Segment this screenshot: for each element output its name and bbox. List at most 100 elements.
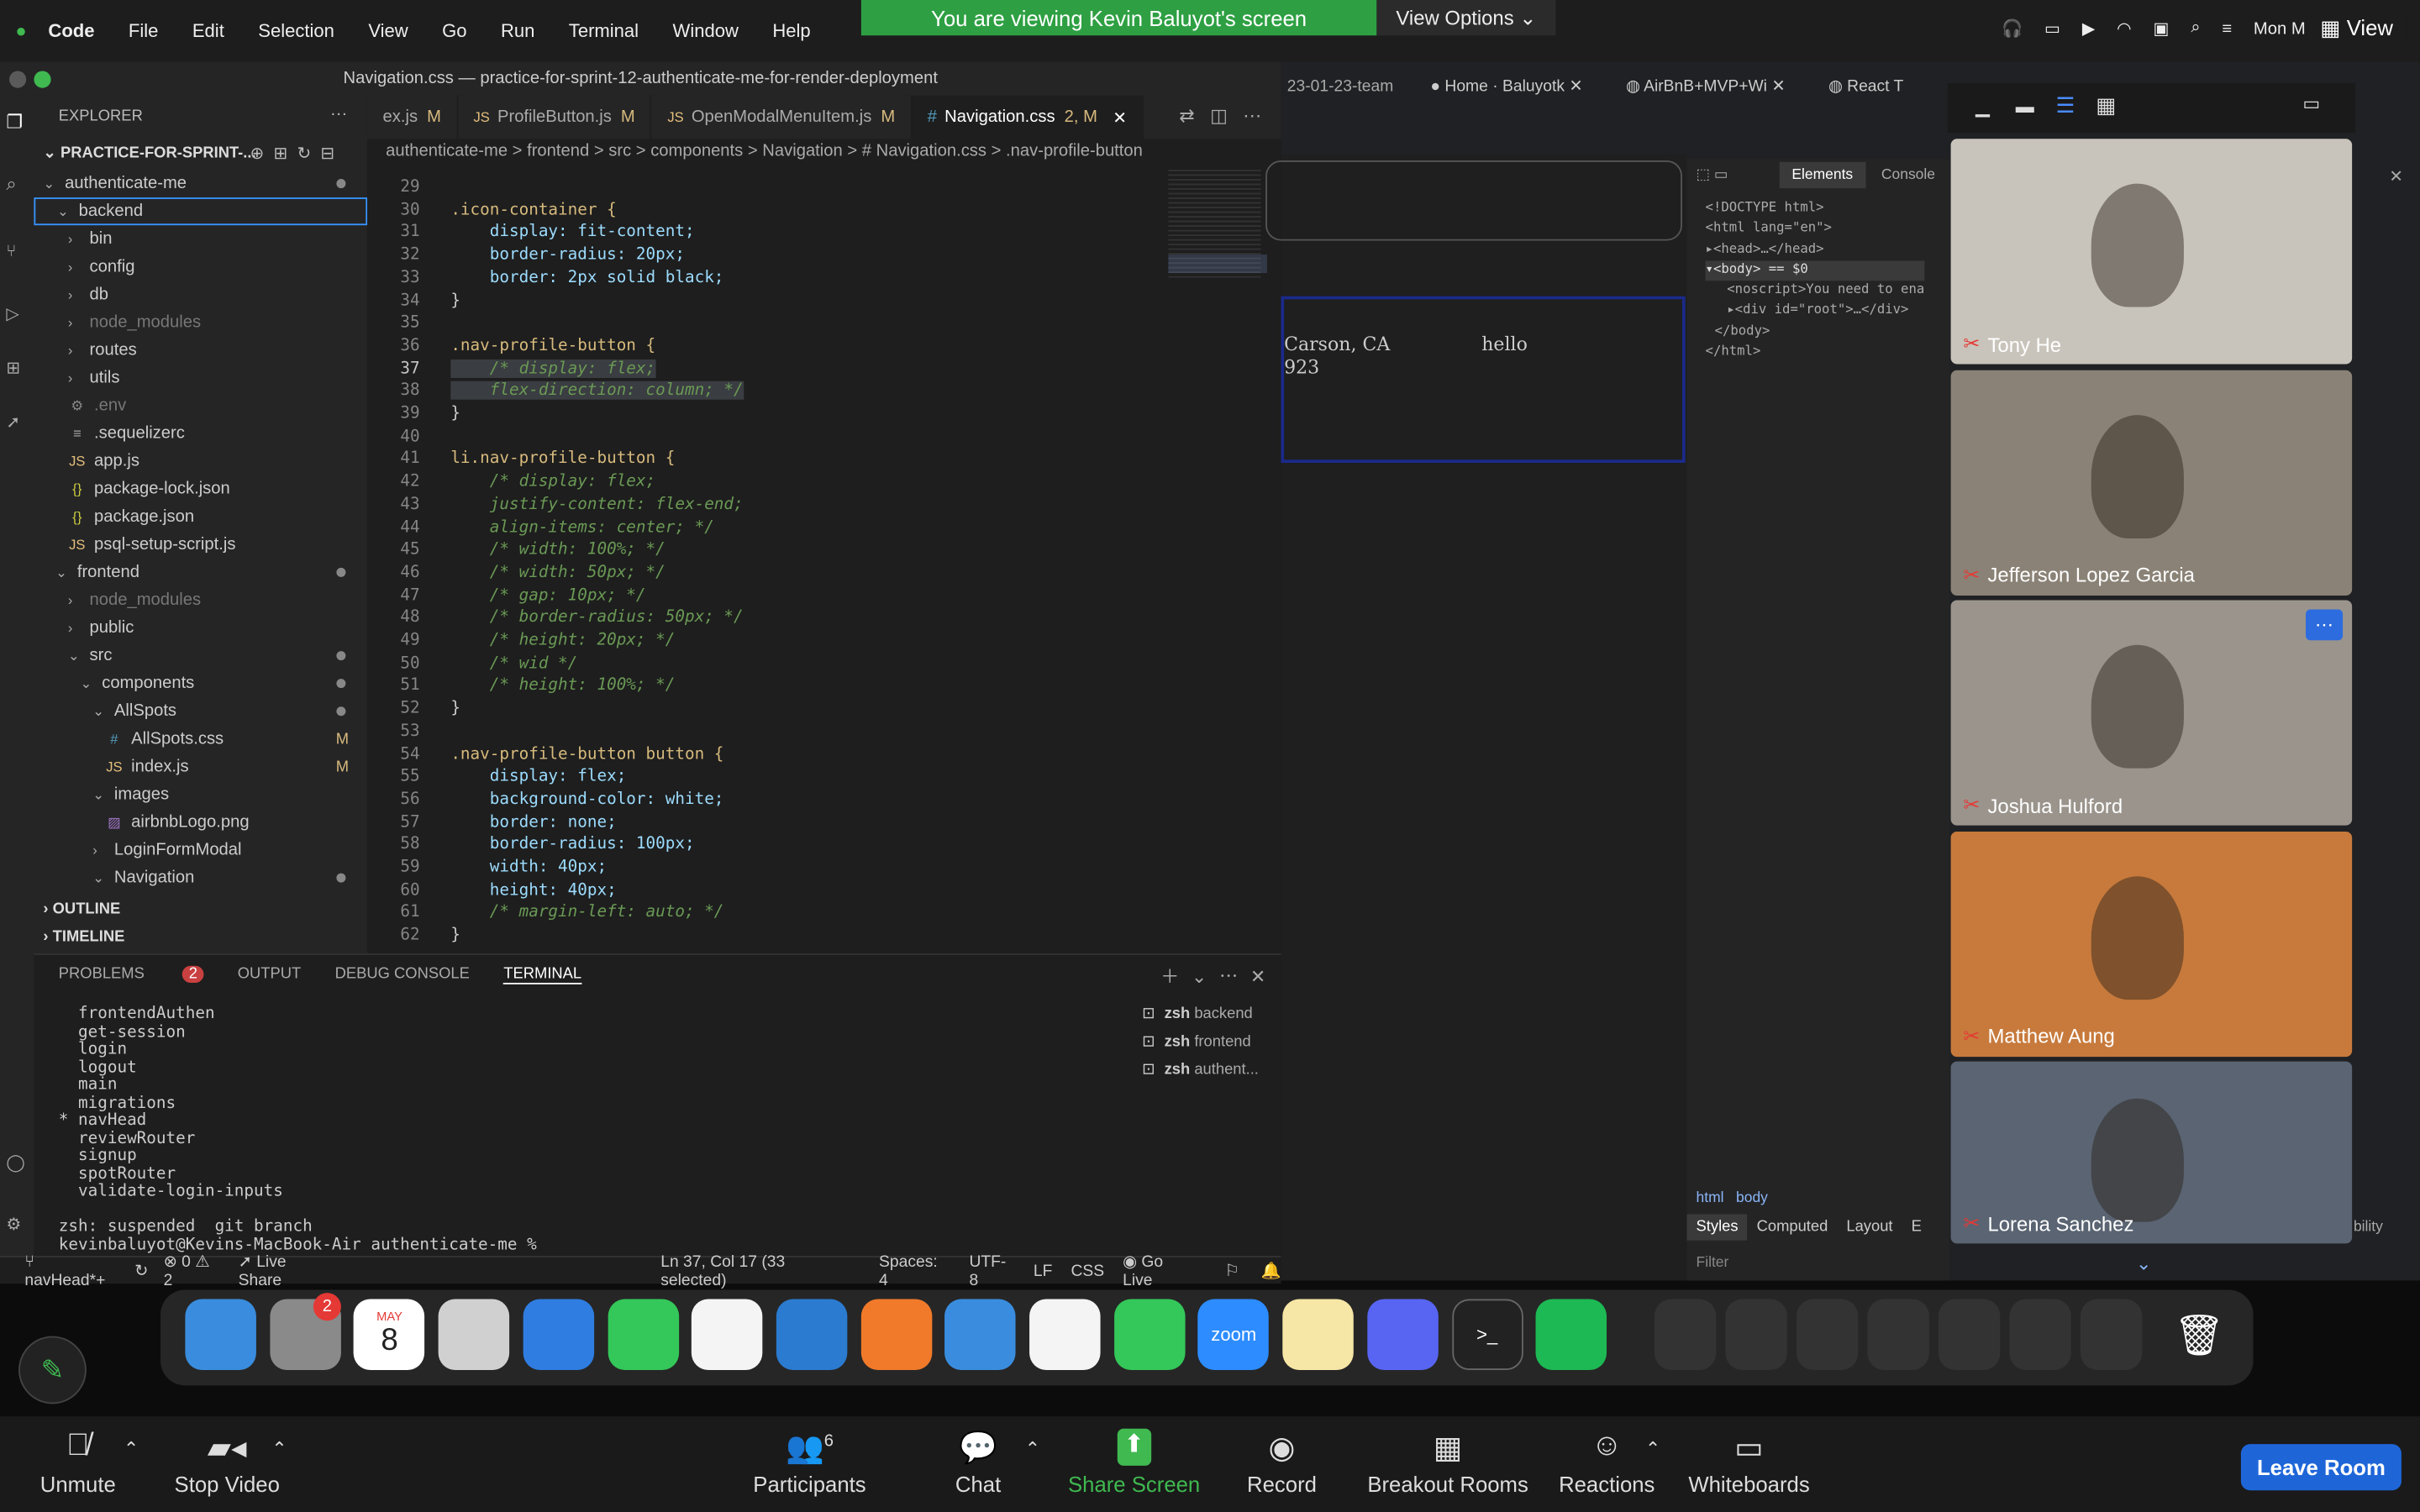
branch-status[interactable]: ⑂ navHead*+	[24, 1252, 118, 1289]
tab-debug-console[interactable]: DEBUG CONSOLE	[335, 966, 470, 984]
gear-icon[interactable]: ⚙	[6, 1214, 21, 1234]
participant-video[interactable]: ✂ Joshua Hulford ⋯	[1950, 600, 2353, 826]
terminal-item-authenticate[interactable]: ⊡ zsh authent...	[1142, 1055, 1259, 1083]
code-line[interactable]: 44 align-items: center; */	[367, 516, 1170, 538]
close-icon[interactable]: ✕	[1569, 77, 1582, 96]
tab-console[interactable]: Console	[1881, 166, 1935, 183]
strip-view-icon[interactable]: ☰	[2055, 92, 2075, 118]
close-icon[interactable]: ✕	[1771, 77, 1785, 96]
code-line[interactable]: 62}	[367, 924, 1170, 947]
styles-filter[interactable]: Filter	[1697, 1254, 1729, 1271]
files-icon[interactable]: ❐	[6, 111, 23, 133]
participant-video[interactable]: ✂ Matthew Aung	[1950, 831, 2353, 1057]
dock-safari-icon[interactable]	[523, 1299, 594, 1370]
tree-item[interactable]: › routes	[34, 336, 367, 364]
dock-zoom-icon[interactable]: zoom	[1197, 1299, 1270, 1370]
stop-video-button[interactable]: ▰◂ Stop Video	[175, 1429, 280, 1496]
tab-profile-button[interactable]: JS ProfileButton.js M	[458, 95, 652, 139]
speaker-view-icon[interactable]: ▬	[2016, 96, 2034, 118]
reactions-caret[interactable]: ⌃	[1645, 1438, 1660, 1460]
tree-item[interactable]: ⌄ images	[34, 780, 367, 808]
tree-item[interactable]: ▨ airbnbLogo.png	[34, 808, 367, 836]
close-icon[interactable]: ✕	[2389, 166, 2403, 186]
leave-room-button[interactable]: Leave Room	[2240, 1444, 2402, 1491]
tab-elements[interactable]: Elements	[1779, 161, 1865, 189]
tab-terminal[interactable]: TERMINAL	[503, 966, 582, 984]
tree-item[interactable]: › public	[34, 614, 367, 642]
code-line[interactable]: 37 /* display: flex;	[367, 357, 1170, 380]
eol-status[interactable]: LF	[1034, 1262, 1053, 1280]
record-button[interactable]: ◉ Record	[1247, 1429, 1317, 1496]
pin-view-icon[interactable]: ▭	[2302, 92, 2320, 114]
dock-recent-window-thumbnail[interactable]	[1796, 1299, 1859, 1370]
code-line[interactable]: 45 /* width: 100%; */	[367, 538, 1170, 561]
menu-go[interactable]: Go	[442, 20, 466, 42]
zoom-view-button[interactable]: ▦ View	[2306, 9, 2408, 47]
search-icon[interactable]: ⌕	[6, 173, 16, 197]
battery-icon[interactable]: ▭	[2044, 18, 2060, 39]
code-line[interactable]: 56 background-color: white;	[367, 788, 1170, 811]
tree-item[interactable]: # AllSpots.css M	[34, 725, 367, 753]
code-line[interactable]: 30 .icon-container {	[367, 198, 1170, 221]
code-line[interactable]: 48 /* border-radius: 50px; */	[367, 606, 1170, 629]
tab-computed[interactable]: Computed	[1748, 1214, 1838, 1240]
dock-photos-icon[interactable]	[1029, 1299, 1101, 1370]
code-line[interactable]: 53	[367, 720, 1170, 743]
tree-item[interactable]: ⌄ Navigation	[34, 864, 367, 892]
browser-tab[interactable]: ◍ React T	[1807, 77, 1925, 111]
tree-item[interactable]: › db	[34, 281, 367, 308]
code-line[interactable]: 41 li.nav-profile-button {	[367, 448, 1170, 470]
participant-video[interactable]: ✂ Tony He	[1950, 139, 2353, 365]
control-center-icon[interactable]: ≡	[2222, 19, 2232, 38]
tree-item[interactable]: JS index.js M	[34, 753, 367, 780]
dock-calendar-icon[interactable]: MAY 8	[354, 1299, 425, 1370]
code-editor[interactable]: 29 30 .icon-container {31 display: fit-con…	[367, 170, 1281, 954]
tree-item[interactable]: › node_modules	[34, 308, 367, 336]
code-line[interactable]: 60 height: 40px;	[367, 879, 1170, 901]
dom-node[interactable]: <html lang="en">	[1706, 219, 1925, 239]
minimap[interactable]	[1165, 170, 1274, 448]
crumb-html[interactable]: html	[1697, 1189, 1724, 1206]
view-options-button[interactable]: View Options ⌄	[1376, 0, 1556, 36]
minimize-icon[interactable]: ▁	[1975, 96, 1990, 118]
code-line[interactable]: 31 display: fit-content;	[367, 221, 1170, 244]
tree-item[interactable]: ≡ .sequelizerc	[34, 420, 367, 448]
code-line[interactable]: 58 border-radius: 100px;	[367, 833, 1170, 856]
dom-tree[interactable]: <!DOCTYPE html> <html lang="en"> ▸<head>…<…	[1705, 199, 1925, 363]
dock-postman-icon[interactable]	[860, 1299, 932, 1370]
code-line[interactable]: 34}	[367, 289, 1170, 312]
dom-node[interactable]: ▾<body> == $0	[1705, 260, 1925, 281]
dock-launchpad-icon[interactable]	[438, 1299, 510, 1370]
terminal-item-backend[interactable]: ⊡ zsh backend	[1142, 1000, 1259, 1027]
encoding-status[interactable]: UTF-8	[969, 1252, 1014, 1289]
project-root[interactable]: ⌄ PRACTICE-FOR-SPRINT-...	[43, 145, 255, 162]
close-icon[interactable]: ✕	[1113, 108, 1127, 127]
code-line[interactable]: 47 /* gap: 10px; */	[367, 584, 1170, 606]
menu-window[interactable]: Window	[673, 20, 739, 42]
go-live-button[interactable]: ◉ Go Live	[1123, 1252, 1197, 1289]
dom-node[interactable]: </body>	[1706, 322, 1925, 342]
code-line[interactable]: 33 border: 2px solid black;	[367, 266, 1170, 289]
dock-recent-window-thumbnail[interactable]	[2080, 1299, 2143, 1370]
code-line[interactable]: 42 /* display: flex;	[367, 470, 1170, 493]
menu-app[interactable]: Code	[48, 20, 94, 42]
menu-selection[interactable]: Selection	[258, 20, 334, 42]
dom-node[interactable]: <!DOCTYPE html>	[1706, 199, 1925, 219]
tree-item[interactable]: › utils	[34, 364, 367, 391]
dock-recent-window-thumbnail[interactable]	[1867, 1299, 1929, 1370]
tab-layout[interactable]: Layout	[1837, 1214, 1902, 1240]
menu-view[interactable]: View	[368, 20, 408, 42]
code-line[interactable]: 36 .nav-profile-button {	[367, 334, 1170, 357]
breadcrumb[interactable]: authenticate-me > frontend > src > compo…	[386, 142, 1143, 160]
tab-output[interactable]: OUTPUT	[238, 966, 302, 984]
tree-item[interactable]: ⌄ frontend	[34, 559, 367, 586]
tree-item[interactable]: JS app.js	[34, 448, 367, 475]
inspect-icon[interactable]: ⬚ ▭	[1697, 166, 1728, 183]
code-line[interactable]: 32 border-radius: 20px;	[367, 244, 1170, 266]
tree-item[interactable]: ⌄ backend	[34, 197, 368, 226]
live-share-icon[interactable]: ➚	[6, 412, 20, 432]
dock-messages-icon[interactable]	[607, 1299, 679, 1370]
tab-problems[interactable]: PROBLEMS 2	[59, 965, 204, 984]
tree-item[interactable]: ⌄ AllSpots	[34, 697, 367, 725]
play-icon[interactable]: ▶	[2082, 18, 2096, 39]
